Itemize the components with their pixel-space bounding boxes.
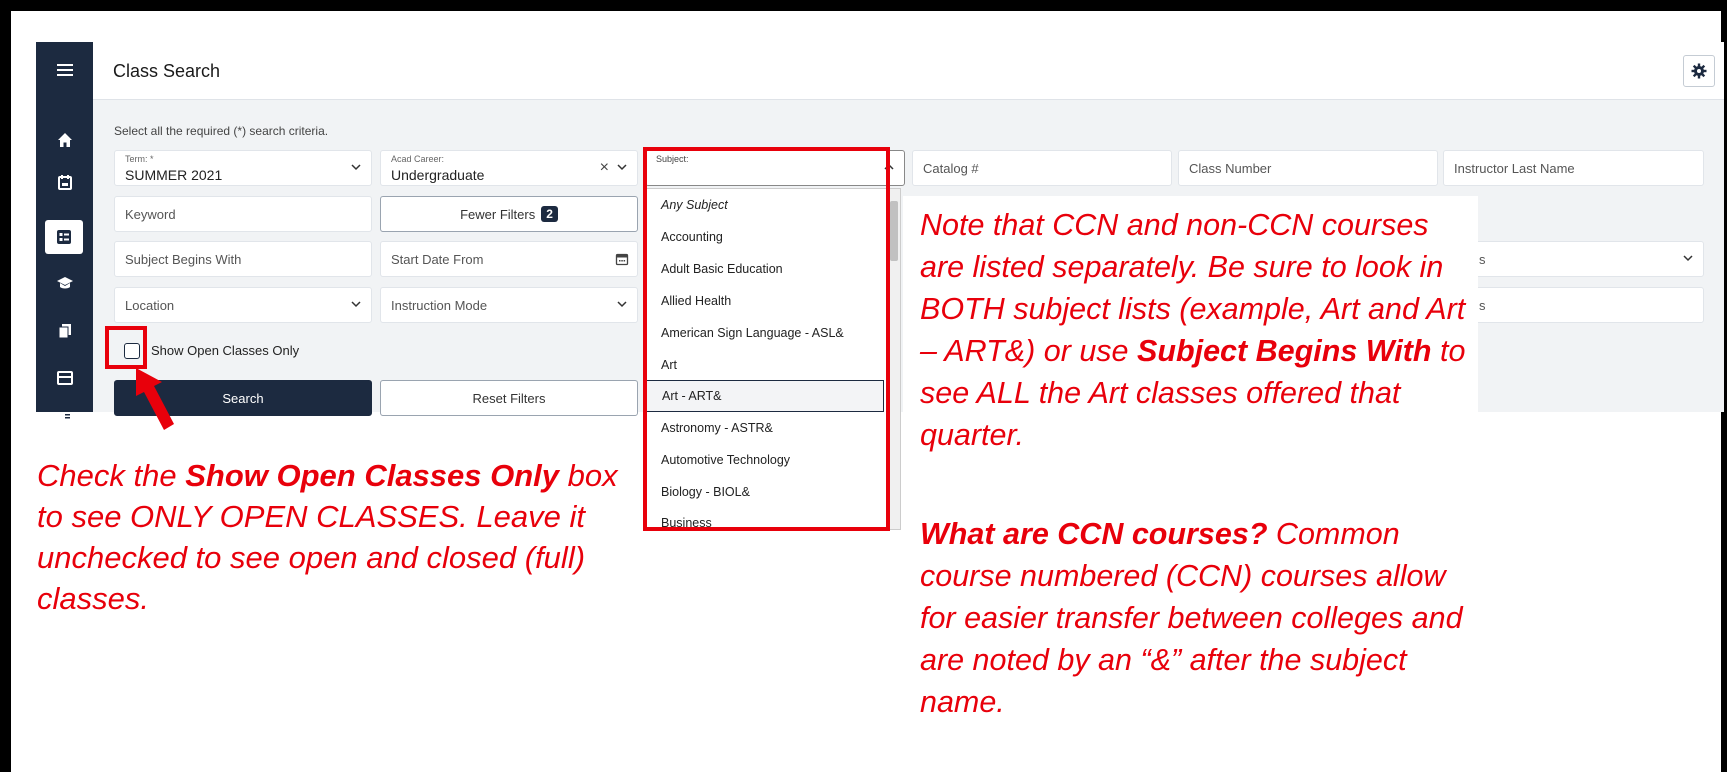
calendar-icon[interactable] bbox=[36, 168, 93, 196]
instructor-last-name-input[interactable]: Instructor Last Name bbox=[1443, 150, 1704, 186]
location-placeholder: Location bbox=[125, 298, 175, 313]
chevron-down-icon bbox=[351, 164, 361, 171]
right-annotation: Note that CCN and non-CCN courses are li… bbox=[920, 204, 1480, 456]
reset-filters-label: Reset Filters bbox=[472, 390, 546, 406]
left-annotation: Check the Show Open Classes Only box to … bbox=[37, 455, 637, 619]
copy-icon[interactable] bbox=[36, 317, 93, 345]
menu-icon[interactable] bbox=[36, 56, 93, 84]
page-header: Class Search bbox=[93, 42, 1724, 100]
checkbox-highlight-box bbox=[105, 326, 147, 369]
card-icon[interactable] bbox=[36, 364, 93, 392]
required-criteria-hint: Select all the required (*) search crite… bbox=[114, 124, 329, 138]
subject-begins-placeholder: Subject Begins With bbox=[125, 252, 242, 267]
hidden-select-a[interactable]: s bbox=[1443, 241, 1704, 277]
chevron-down-icon bbox=[351, 301, 361, 308]
start-date-input[interactable]: Start Date From bbox=[380, 241, 638, 277]
gear-icon bbox=[1691, 63, 1707, 79]
settings-button[interactable] bbox=[1683, 55, 1715, 87]
chevron-down-icon bbox=[617, 301, 627, 308]
subject-begins-with-input[interactable]: Subject Begins With bbox=[114, 241, 372, 277]
ccn-annotation: What are CCN courses? Common course numb… bbox=[920, 513, 1480, 723]
catalog-icon[interactable] bbox=[36, 402, 93, 430]
search-button-label: Search bbox=[222, 390, 264, 406]
sidebar bbox=[36, 42, 93, 421]
left-annotation-text: Check the bbox=[37, 458, 186, 493]
filter-count-badge: 2 bbox=[541, 206, 558, 222]
fewer-filters-button[interactable]: Fewer Filters 2 bbox=[380, 196, 638, 232]
chevron-down-icon bbox=[617, 164, 627, 171]
reset-filters-button[interactable]: Reset Filters bbox=[380, 380, 638, 416]
calendar-icon[interactable] bbox=[615, 252, 629, 266]
scrollbar-thumb[interactable] bbox=[890, 201, 898, 261]
ccn-annotation-bold: What are CCN courses? bbox=[920, 517, 1268, 551]
keyword-input[interactable]: Keyword bbox=[114, 196, 372, 232]
instruction-mode-placeholder: Instruction Mode bbox=[391, 298, 488, 313]
chevron-down-icon bbox=[1683, 255, 1693, 262]
class-number-input[interactable]: Class Number bbox=[1178, 150, 1438, 186]
hidden-select-b[interactable]: s bbox=[1443, 287, 1704, 323]
left-annotation-bold: Show Open Classes Only bbox=[185, 458, 560, 493]
class-search-icon[interactable] bbox=[45, 220, 83, 254]
arrow-icon bbox=[136, 368, 174, 430]
term-select[interactable]: Term: * SUMMER 2021 bbox=[114, 150, 372, 186]
acad-career-label: Acad Career: bbox=[391, 154, 445, 164]
open-classes-label: Show Open Classes Only bbox=[151, 343, 300, 358]
instruction-mode-select[interactable]: Instruction Mode bbox=[380, 287, 638, 323]
clear-icon[interactable]: × bbox=[600, 159, 609, 177]
catalog-number-placeholder: Catalog # bbox=[923, 161, 979, 176]
catalog-number-input[interactable]: Catalog # bbox=[912, 150, 1172, 186]
acad-career-select[interactable]: Acad Career: Undergraduate × bbox=[380, 150, 638, 186]
fewer-filters-label: Fewer Filters bbox=[460, 206, 536, 222]
instructor-placeholder: Instructor Last Name bbox=[1454, 161, 1575, 176]
right-annotation-bold: Subject Begins With bbox=[1136, 334, 1432, 368]
term-label: Term: * bbox=[125, 154, 154, 164]
keyword-placeholder: Keyword bbox=[125, 207, 176, 222]
subject-highlight-box bbox=[643, 147, 890, 531]
acad-career-value: Undergraduate bbox=[391, 167, 485, 183]
location-select[interactable]: Location bbox=[114, 287, 372, 323]
page-title: Class Search bbox=[113, 61, 221, 81]
start-date-placeholder: Start Date From bbox=[391, 252, 484, 267]
home-icon[interactable] bbox=[36, 126, 93, 154]
term-value: SUMMER 2021 bbox=[125, 167, 223, 183]
graduation-cap-icon[interactable] bbox=[36, 269, 93, 297]
class-number-placeholder: Class Number bbox=[1189, 161, 1272, 176]
